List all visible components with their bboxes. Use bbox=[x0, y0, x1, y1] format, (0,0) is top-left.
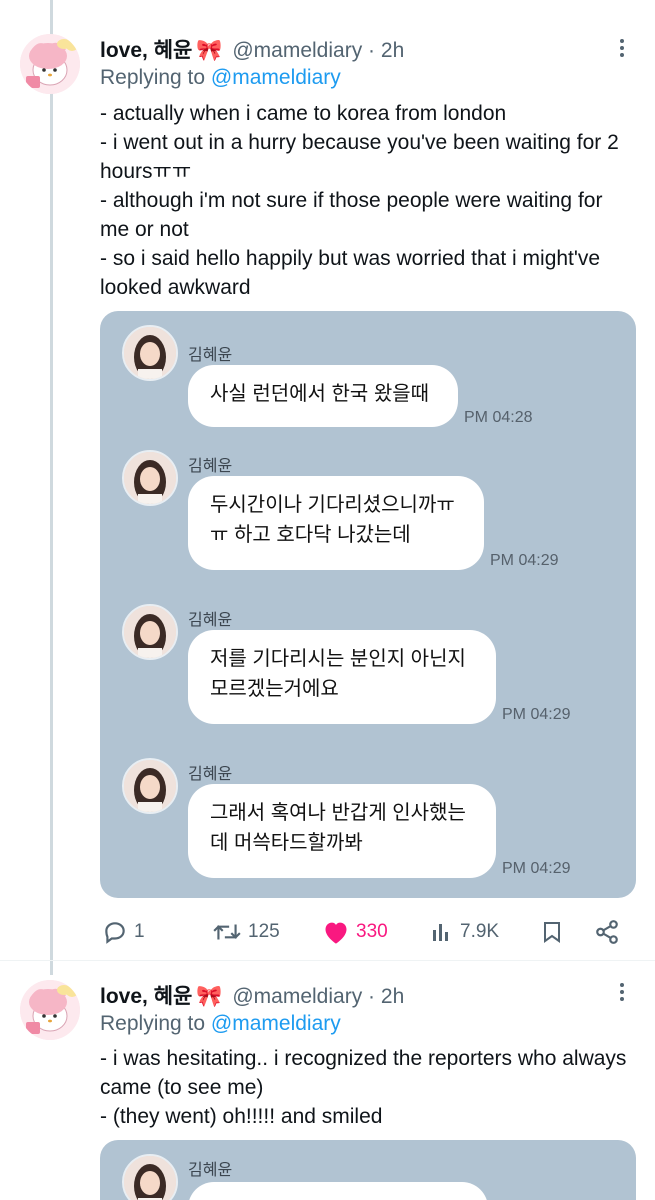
replying-to-label: Replying to bbox=[100, 66, 206, 89]
more-icon[interactable] bbox=[615, 980, 629, 1004]
profile-photo-icon bbox=[124, 1156, 176, 1200]
chat-avatar bbox=[122, 604, 178, 660]
chat-bubble: 그래서 혹여나 반갑게 인사했는 데 머쓱타드할까봐 bbox=[188, 784, 496, 878]
tweet-text-line: - although i'm not sure if those people … bbox=[100, 189, 603, 241]
replying-to-label: Replying to bbox=[100, 1012, 206, 1035]
timestamp[interactable]: 2h bbox=[381, 39, 404, 62]
reply-icon bbox=[105, 922, 125, 944]
display-name[interactable]: love, 혜윤 bbox=[100, 39, 192, 62]
replying-to: Replying to @mameldiary bbox=[100, 66, 341, 90]
replying-to-handle[interactable]: @mameldiary bbox=[211, 66, 341, 89]
like-button[interactable]: 330 bbox=[322, 912, 388, 952]
separator-dot: · bbox=[368, 985, 376, 1008]
bookmark-button[interactable] bbox=[540, 912, 570, 952]
avatar[interactable] bbox=[20, 34, 80, 94]
chat-screenshot-image[interactable]: 김혜윤 bbox=[100, 1140, 636, 1200]
profile-photo-icon bbox=[124, 327, 176, 379]
tweet-actions: 1 125 330 7.9K bbox=[100, 912, 630, 952]
chat-bubble bbox=[188, 1182, 488, 1200]
bow-emoji: 🎀 bbox=[196, 985, 223, 1008]
profile-photo-icon bbox=[124, 606, 176, 658]
tweet[interactable]: love, 혜윤 🎀 @mameldiary · 2h Replying to @… bbox=[0, 960, 655, 1200]
heart-icon bbox=[325, 922, 347, 944]
tweet-text: - i was hesitating.. i recognized the re… bbox=[100, 1044, 630, 1131]
my-melody-avatar-icon bbox=[20, 980, 80, 1040]
chat-avatar bbox=[122, 325, 178, 381]
chat-bubble: 저를 기다리시는 분인지 아닌지 모르겠는거에요 bbox=[188, 630, 496, 724]
chat-avatar bbox=[122, 758, 178, 814]
chat-sender-name: 김혜윤 bbox=[188, 766, 233, 783]
my-melody-avatar-icon bbox=[20, 34, 80, 94]
retweet-count: 125 bbox=[248, 921, 280, 942]
handle[interactable]: @mameldiary bbox=[232, 985, 362, 1008]
tweet-text-line: - so i said hello happily but was worrie… bbox=[100, 247, 601, 299]
chat-avatar bbox=[122, 450, 178, 506]
handle[interactable]: @mameldiary bbox=[232, 39, 362, 62]
replying-to-handle[interactable]: @mameldiary bbox=[211, 1012, 341, 1035]
tweet-text-line: - i went out in a hurry because you've b… bbox=[100, 131, 619, 183]
chat-time: PM 04:29 bbox=[490, 552, 559, 569]
views-button[interactable]: 7.9K bbox=[430, 912, 499, 952]
views-icon bbox=[433, 924, 448, 941]
chat-sender-name: 김혜윤 bbox=[188, 347, 233, 364]
chat-time: PM 04:29 bbox=[502, 860, 571, 877]
chat-time: PM 04:29 bbox=[502, 706, 571, 723]
tweet-header: love, 혜윤 🎀 @mameldiary · 2h bbox=[100, 980, 404, 1010]
profile-photo-icon bbox=[124, 452, 176, 504]
chat-bubble: 두시간이나 기다리셨으니까ㅠ ㅠ 하고 호다닥 나갔는데 bbox=[188, 476, 484, 570]
profile-photo-icon bbox=[124, 760, 176, 812]
tweet-text-line: - (they went) oh!!!!! and smiled bbox=[100, 1105, 383, 1128]
retweet-button[interactable]: 125 bbox=[212, 912, 280, 952]
tweet-text-line: - i was hesitating.. i recognized the re… bbox=[100, 1047, 627, 1099]
timestamp[interactable]: 2h bbox=[381, 985, 404, 1008]
view-count: 7.9K bbox=[460, 921, 500, 942]
share-button[interactable] bbox=[594, 912, 626, 952]
chat-bubble: 사실 런던에서 한국 왔을때 bbox=[188, 365, 458, 427]
avatar[interactable] bbox=[20, 980, 80, 1040]
tweet-text-line: - actually when i came to korea from lon… bbox=[100, 102, 507, 125]
like-count: 330 bbox=[356, 921, 388, 942]
tweet-text: - actually when i came to korea from lon… bbox=[100, 99, 630, 302]
chat-sender-name: 김혜윤 bbox=[188, 458, 233, 475]
chat-sender-name: 김혜윤 bbox=[188, 612, 233, 629]
tweet-header: love, 혜윤 🎀 @mameldiary · 2h bbox=[100, 34, 404, 64]
share-icon bbox=[596, 920, 618, 944]
retweet-icon bbox=[213, 924, 241, 940]
bookmark-icon bbox=[544, 922, 560, 943]
separator-dot: · bbox=[368, 39, 376, 62]
more-icon[interactable] bbox=[615, 36, 629, 60]
display-name[interactable]: love, 혜윤 bbox=[100, 985, 192, 1008]
replying-to: Replying to @mameldiary bbox=[100, 1012, 341, 1036]
chat-time: PM 04:28 bbox=[464, 409, 533, 426]
chat-sender-name: 김혜윤 bbox=[188, 1162, 233, 1179]
chat-avatar bbox=[122, 1154, 178, 1200]
tweet[interactable]: love, 혜윤 🎀 @mameldiary · 2h Replying to @… bbox=[0, 0, 655, 960]
reply-count: 1 bbox=[134, 921, 145, 942]
tweet-divider bbox=[0, 960, 655, 961]
bow-emoji: 🎀 bbox=[196, 39, 223, 62]
chat-screenshot-image[interactable]: 김혜윤 사실 런던에서 한국 왔을때 PM 04:28 김혜윤 두시간이나 기다… bbox=[100, 311, 636, 898]
reply-button[interactable]: 1 bbox=[102, 912, 145, 952]
